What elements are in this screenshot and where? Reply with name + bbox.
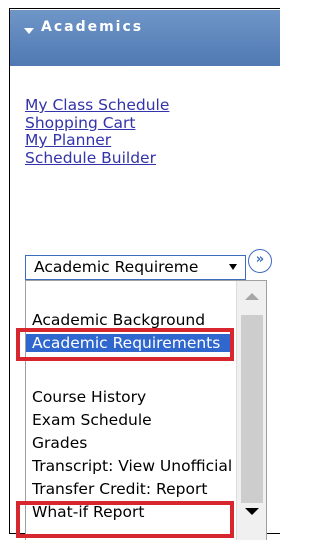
option-transfer-credit[interactable]: Transfer Credit: Report	[32, 480, 232, 498]
section-title: Academics	[41, 19, 144, 35]
academic-dropdown[interactable]: Academic Requireme	[25, 255, 246, 280]
link-schedule-builder[interactable]: Schedule Builder	[25, 149, 169, 168]
dropdown-selected-value: Academic Requireme	[34, 258, 199, 276]
scroll-up-arrow-icon[interactable]	[245, 293, 259, 300]
link-my-planner[interactable]: My Planner	[25, 131, 169, 150]
option-academic-background[interactable]: Academic Background	[32, 311, 232, 329]
option-course-history[interactable]: Course History	[32, 388, 232, 406]
link-shopping-cart[interactable]: Shopping Cart	[25, 114, 169, 133]
option-academic-requirements[interactable]: Academic Requirements	[26, 334, 232, 352]
option-exam-schedule[interactable]: Exam Schedule	[32, 411, 232, 429]
link-my-class-schedule[interactable]: My Class Schedule	[25, 96, 169, 115]
quick-links: My Class Schedule Shopping Cart My Plann…	[25, 96, 169, 168]
option-what-if-report[interactable]: What-if Report	[32, 503, 232, 521]
option-grades[interactable]: Grades	[32, 434, 232, 452]
scrollbar[interactable]	[236, 281, 266, 540]
option-transcript[interactable]: Transcript: View Unofficial	[32, 457, 232, 475]
scroll-down-arrow-icon[interactable]	[245, 508, 259, 515]
chevron-down-icon[interactable]	[229, 264, 237, 270]
section-header[interactable]: Academics	[10, 10, 280, 66]
scrollbar-thumb[interactable]	[241, 315, 263, 503]
go-button[interactable]: »	[248, 249, 272, 273]
collapse-triangle-icon[interactable]	[24, 28, 34, 34]
dropdown-list[interactable]: Academic Background Academic Requirement…	[25, 280, 267, 540]
